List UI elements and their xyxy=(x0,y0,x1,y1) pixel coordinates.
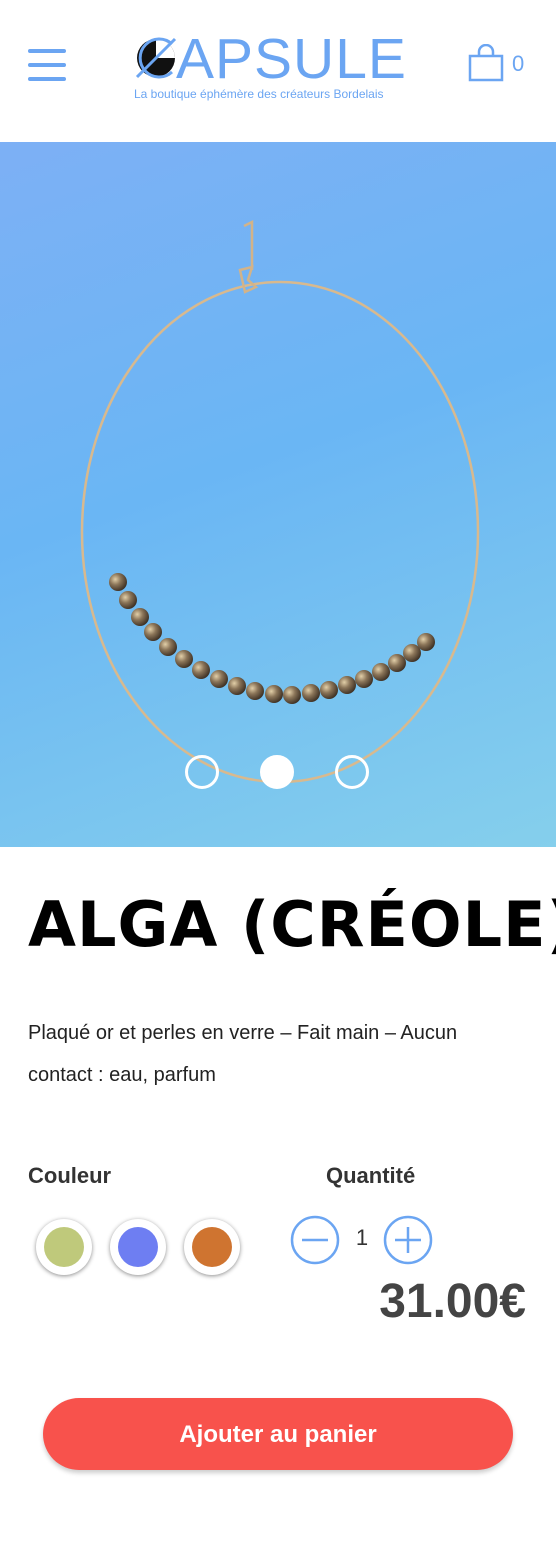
product-price: 31.00€ xyxy=(379,1275,526,1328)
gallery-dot-2[interactable] xyxy=(260,755,294,789)
swatch-fill xyxy=(192,1227,232,1267)
product-title: ALGA (CRÉOLE) xyxy=(28,888,556,961)
menu-line xyxy=(28,77,66,81)
product-photo-earring xyxy=(80,219,480,784)
quantity-value[interactable]: 1 xyxy=(340,1225,384,1251)
site-header: APSULE La boutique éphémère des créateur… xyxy=(0,0,556,142)
swatch-fill xyxy=(118,1227,158,1267)
shopping-bag-icon xyxy=(468,44,504,82)
logo-wordmark: APSULE xyxy=(176,27,407,91)
color-swatch-green[interactable] xyxy=(36,1219,92,1275)
plus-circle-icon xyxy=(383,1215,433,1265)
hamburger-menu-icon[interactable] xyxy=(28,49,66,83)
gallery-dot-3[interactable] xyxy=(335,755,369,789)
logo-mark-icon xyxy=(135,37,177,79)
product-description: Plaqué or et perles en verre – Fait main… xyxy=(28,1022,458,1086)
cart-button[interactable]: 0 xyxy=(467,44,531,84)
product-image-gallery[interactable] xyxy=(0,142,556,847)
color-swatch-blue[interactable] xyxy=(110,1219,166,1275)
site-logo[interactable]: APSULE La boutique éphémère des créateur… xyxy=(134,27,408,105)
add-to-cart-button[interactable]: Ajouter au panier xyxy=(43,1398,513,1470)
menu-line xyxy=(28,49,66,53)
swatch-fill xyxy=(44,1227,84,1267)
color-label: Couleur xyxy=(28,1163,112,1188)
minus-circle-icon xyxy=(290,1215,340,1265)
quantity-label: Quantité xyxy=(326,1163,416,1188)
quantity-increase-button[interactable] xyxy=(383,1215,433,1265)
menu-line xyxy=(28,63,66,67)
gallery-dot-1[interactable] xyxy=(185,755,219,789)
cart-count: 0 xyxy=(512,51,525,76)
gallery-pagination xyxy=(0,755,556,795)
quantity-decrease-button[interactable] xyxy=(290,1215,340,1265)
logo-tagline: La boutique éphémère des créateurs Borde… xyxy=(134,87,384,101)
color-swatch-orange[interactable] xyxy=(184,1219,240,1275)
